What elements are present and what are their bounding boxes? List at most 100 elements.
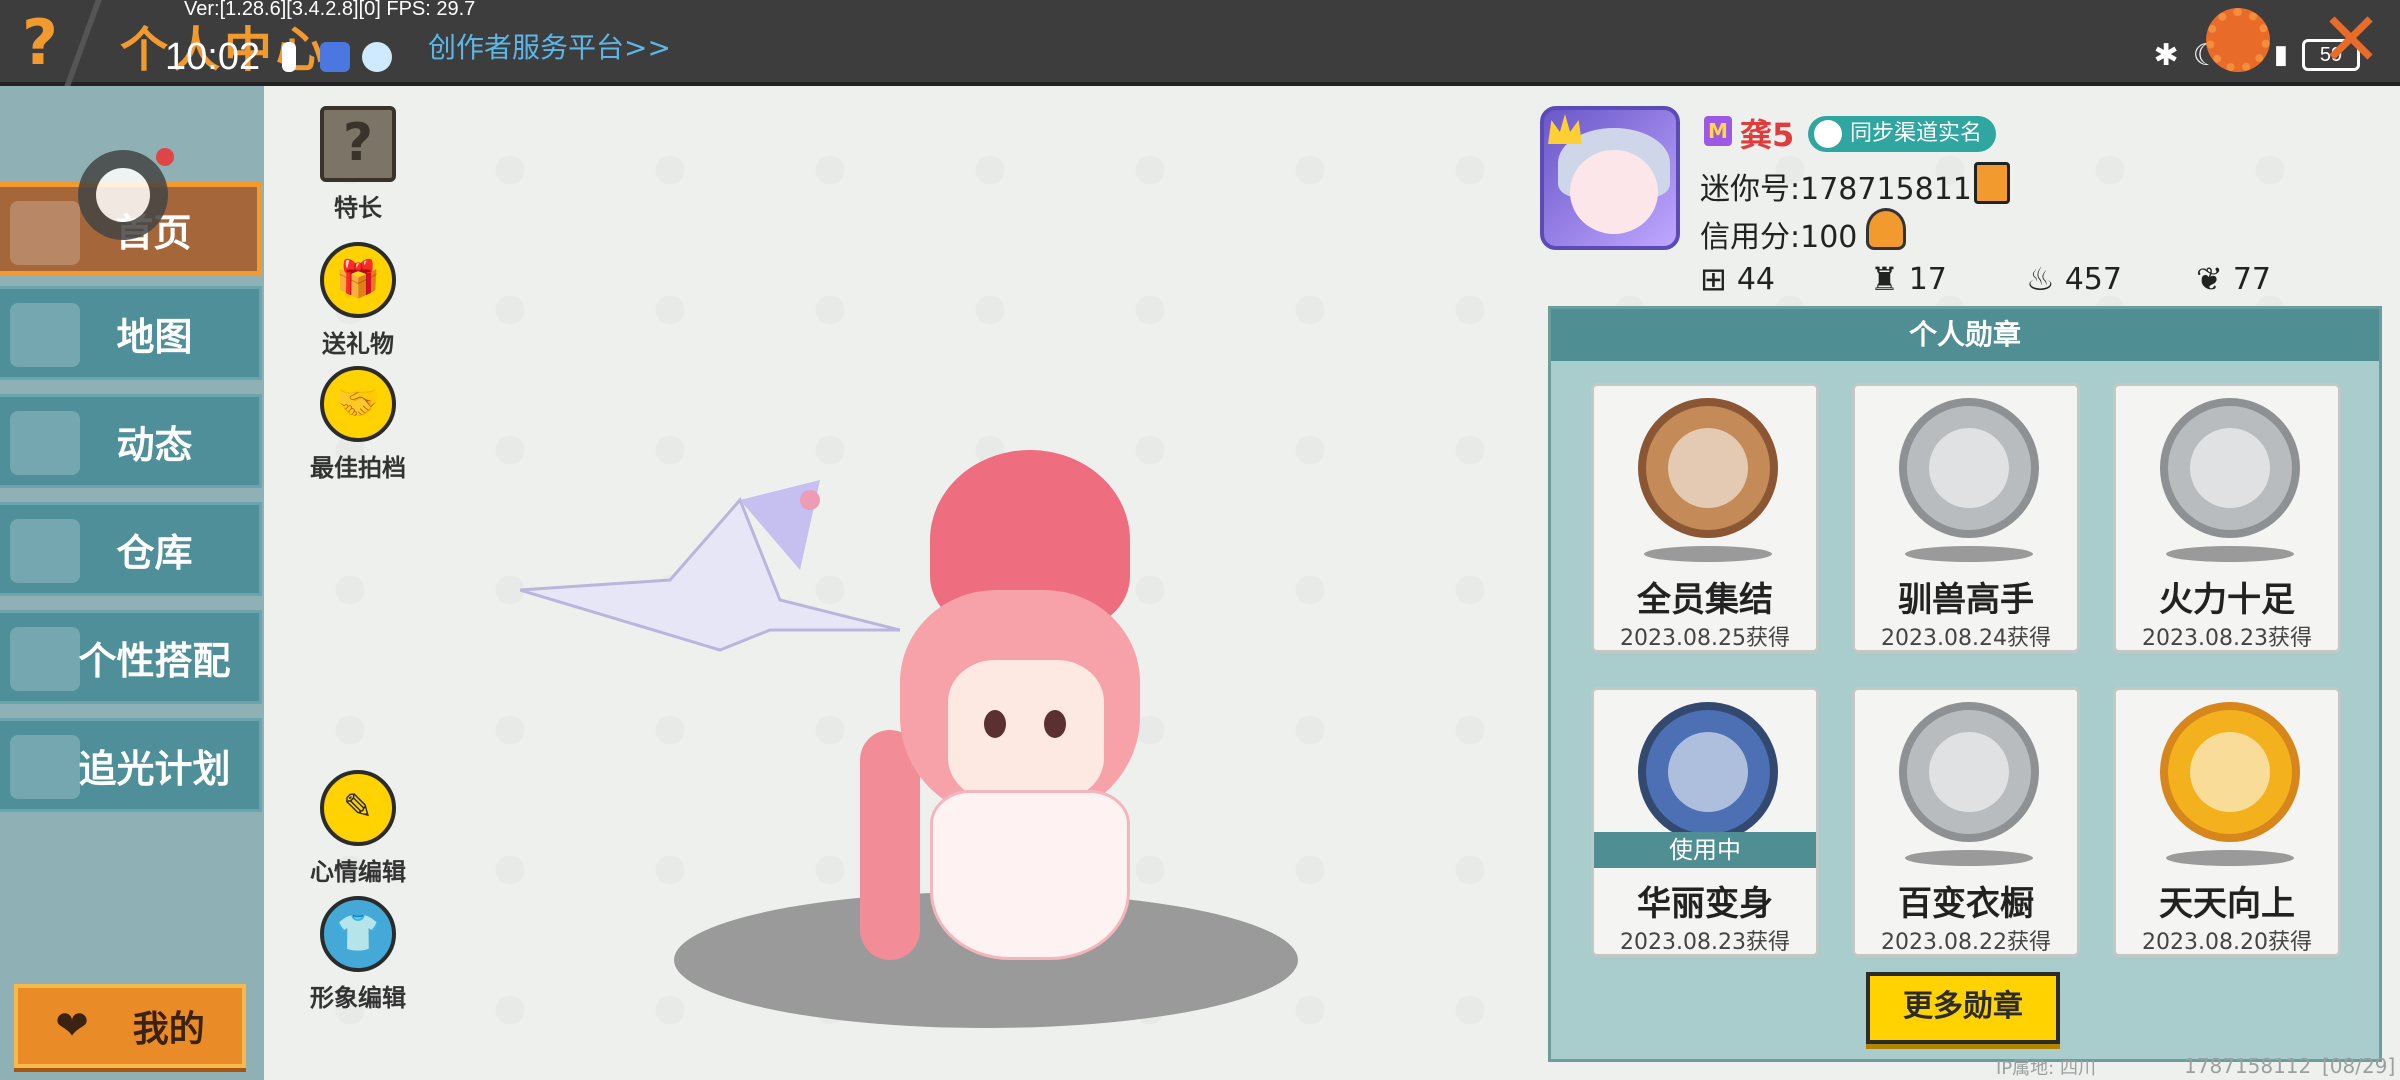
chat-app-icon	[362, 42, 392, 72]
character-braid	[860, 730, 920, 960]
mood-edit-button[interactable]: ✎ 心情编辑	[298, 770, 418, 887]
sidebar-item-label: 仓库	[116, 530, 193, 575]
bluetooth-icon: ✱	[2153, 37, 2179, 73]
help-button[interactable]: ?	[8, 8, 72, 78]
warehouse-icon	[10, 519, 80, 583]
medal-card[interactable]: 天天向上 2023.08.20获得	[2113, 687, 2341, 957]
medal-date: 2023.08.20获得	[2142, 930, 2312, 955]
right-eye	[1044, 710, 1066, 738]
user-check-icon	[1814, 120, 1842, 148]
medal-pedestal	[1905, 850, 2033, 866]
medal-card[interactable]: 使用中 华丽变身 2023.08.23获得	[1591, 687, 1819, 957]
assist-red-dot	[156, 148, 174, 166]
sidebar-item-light-plan[interactable]: 追光计划	[0, 718, 262, 812]
sidebar-item-warehouse[interactable]: 仓库	[0, 502, 262, 596]
stat-popularity-value: 457	[2064, 261, 2122, 297]
close-button[interactable]: ✕	[2320, 0, 2382, 80]
map-icon	[10, 303, 80, 367]
transform-medal-icon	[1638, 702, 1778, 842]
avatar-face	[1570, 150, 1658, 234]
assist-inner-circle	[96, 168, 150, 222]
paper-crane-pet	[520, 480, 900, 652]
stat-fans-value: 17	[1908, 261, 1947, 297]
plan-icon	[10, 735, 80, 799]
sidebar-item-label: 动态	[116, 422, 193, 467]
medal-name: 百变衣橱	[1898, 884, 2034, 924]
crown-icon	[1548, 114, 1582, 144]
sidebar-item-feed[interactable]: 动态	[0, 394, 262, 488]
wardrobe-medal-icon	[1899, 702, 2039, 842]
plus-box-icon: ⊞	[1700, 260, 1727, 298]
creator-platform-link[interactable]: 创作者服务平台>>	[428, 26, 671, 66]
avatar[interactable]	[1540, 106, 1680, 250]
sidebar-item-label: 地图	[116, 314, 193, 359]
medal-card[interactable]: 全员集结 2023.08.25获得	[1591, 383, 1819, 653]
handshake-icon: 🤝	[320, 366, 396, 442]
heart-icon: ❤	[55, 1003, 89, 1049]
vip-m-icon: M	[1704, 116, 1732, 146]
image-edit-label: 形象编辑	[310, 984, 406, 1012]
player-character[interactable]	[480, 440, 1180, 980]
best-partner-button[interactable]: 🤝 最佳拍档	[298, 366, 418, 483]
daily-medal-icon	[2160, 702, 2300, 842]
shirt-icon: 👕	[320, 896, 396, 972]
medal-core	[1929, 732, 2009, 812]
stat-popularity[interactable]: ♨ 457	[2026, 260, 2122, 298]
firepower-medal-icon	[2160, 398, 2300, 538]
sidebar-item-label: 个性搭配	[78, 638, 231, 683]
settings-gear-icon[interactable]	[2206, 8, 2270, 72]
question-icon: ?	[320, 106, 396, 182]
mood-edit-label: 心情编辑	[310, 858, 406, 886]
specialty-button[interactable]: ? 特长	[298, 106, 418, 223]
cheer-icon: ♜	[1870, 260, 1899, 298]
medal-card[interactable]: 驯兽高手 2023.08.24获得	[1852, 383, 2080, 653]
footer-player-id: 1787158112	[2184, 1054, 2312, 1078]
character-dress	[930, 790, 1130, 960]
medal-date: 2023.08.23获得	[1620, 930, 1790, 955]
medal-core	[1668, 428, 1748, 508]
send-gift-label: 送礼物	[322, 330, 394, 358]
mini-id: 迷你号:1787158112	[1700, 172, 1991, 207]
signal-icon: ▮	[2273, 40, 2288, 70]
sidebar-item-label: 追光计划	[78, 746, 231, 791]
flame-icon: ♨	[2026, 260, 2055, 298]
medal-date: 2023.08.23获得	[2142, 626, 2312, 651]
top-bar: ? 个人中心 Ver:[1.28.6][3.4.2.8][0] FPS: 29.…	[0, 0, 2400, 86]
sync-label: 同步渠道实名	[1850, 121, 1983, 146]
medal-name: 天天向上	[2159, 884, 2295, 924]
ip-location: IP属地: 四川	[1996, 1058, 2096, 1079]
medal-panel: 个人勋章 全员集结 2023.08.25获得 驯兽高手 2023.08.24获得…	[1548, 306, 2382, 1062]
medal-card[interactable]: 火力十足 2023.08.23获得	[2113, 383, 2341, 653]
sidebar-item-map[interactable]: 地图	[0, 286, 262, 380]
status-clock: 10:02	[165, 36, 261, 78]
send-gift-button[interactable]: 🎁 送礼物	[298, 242, 418, 359]
medal-date: 2023.08.22获得	[1881, 930, 2051, 955]
sync-realname-button[interactable]: 同步渠道实名	[1808, 116, 1997, 152]
medal-date: 2023.08.25获得	[1620, 626, 1790, 651]
stat-likes-value: 77	[2232, 261, 2271, 297]
bell-icon	[10, 411, 80, 475]
medal-name: 火力十足	[2159, 580, 2295, 620]
copy-icon[interactable]	[1974, 162, 2010, 204]
music-app-icon	[320, 42, 350, 72]
game-profile-page: ? 个人中心 Ver:[1.28.6][3.4.2.8][0] FPS: 29.…	[0, 0, 2400, 1080]
image-edit-button[interactable]: 👕 形象编辑	[298, 896, 418, 1013]
more-medals-button[interactable]: 更多勋章	[1866, 972, 2060, 1044]
rally-medal-icon	[1638, 398, 1778, 538]
credit-person-icon[interactable]	[1866, 208, 1906, 250]
notification-icon	[282, 42, 296, 72]
medal-date: 2023.08.24获得	[1881, 626, 2051, 651]
mine-label: 我的	[132, 1009, 205, 1050]
stat-fans[interactable]: ♜ 17	[1870, 260, 1947, 298]
sidebar-item-outfit[interactable]: 个性搭配	[0, 610, 262, 704]
specialty-label: 特长	[334, 194, 382, 222]
stat-add[interactable]: ⊞ 44	[1700, 260, 1775, 298]
stat-likes[interactable]: ❦ 77	[2196, 260, 2271, 298]
medal-pedestal	[2166, 850, 2294, 866]
credit-score: 信用分:100	[1700, 220, 1858, 255]
medal-core	[1929, 428, 2009, 508]
floating-assist-button[interactable]	[78, 148, 174, 240]
mine-button[interactable]: ❤ 我的	[14, 984, 246, 1068]
character-face	[948, 660, 1104, 800]
medal-card[interactable]: 百变衣橱 2023.08.22获得	[1852, 687, 2080, 957]
